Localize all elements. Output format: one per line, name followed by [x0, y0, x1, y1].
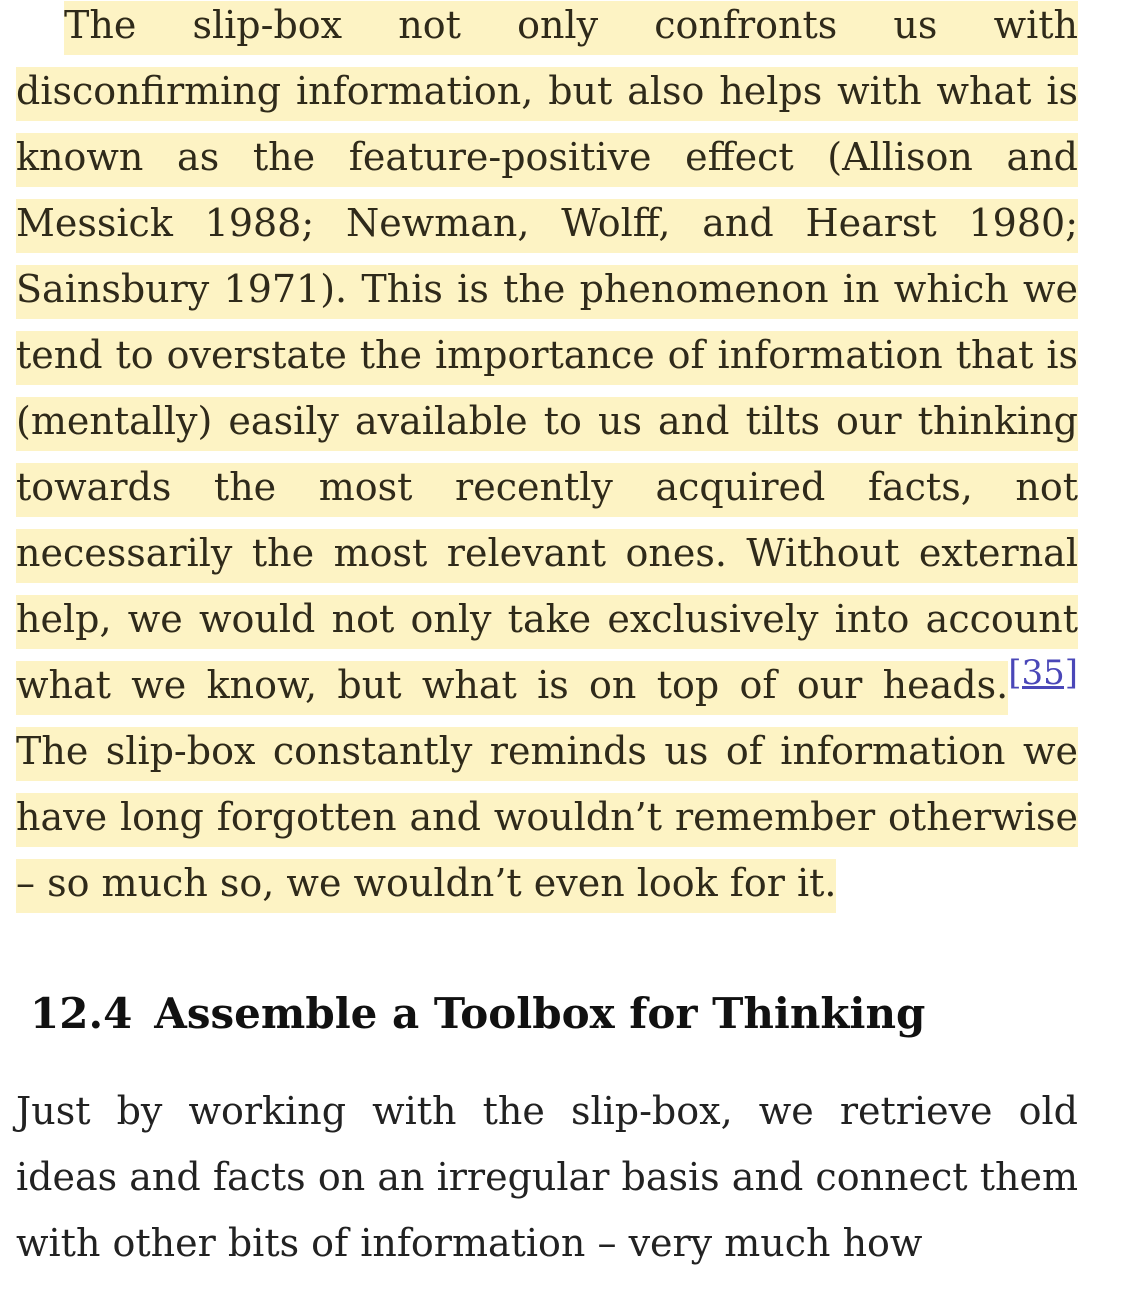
section-heading: 12.4 Assemble a Toolbox for Thinking: [30, 986, 1078, 1042]
footnote-link[interactable]: [35]: [1008, 653, 1078, 693]
section-number: 12.4: [30, 989, 133, 1038]
highlight-text-after-footnote[interactable]: The slip-box constantly reminds us of in…: [16, 727, 1078, 913]
body-paragraph: Just by working with the slip-box, we re…: [16, 1089, 1078, 1265]
book-page: The slip-box not only confronts us with …: [16, 0, 1078, 1276]
highlight-text-before-footnote[interactable]: The slip-box not only confronts us with …: [16, 1, 1078, 715]
section-title: Assemble a Toolbox for Thinking: [154, 989, 926, 1038]
highlighted-paragraph: The slip-box not only confronts us with …: [16, 0, 1078, 916]
